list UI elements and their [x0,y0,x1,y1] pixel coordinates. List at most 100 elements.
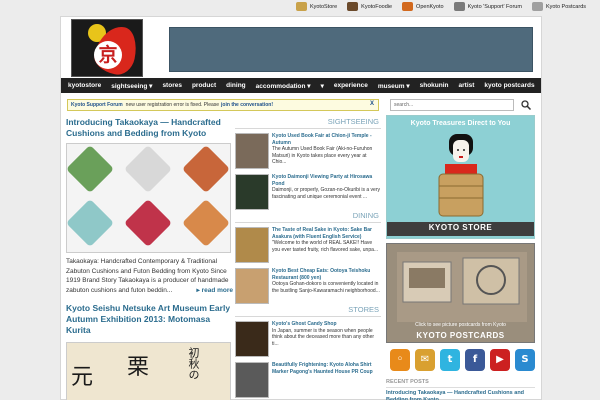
post-image[interactable] [66,143,231,253]
stumbleupon-icon[interactable]: S [515,349,535,371]
item-excerpt: The Autumn Used Book Fair (Aki-no-Furuho… [272,146,373,166]
rss-icon[interactable]: ◦ [390,349,410,371]
page-container: 京 kyotostore sightseeing ▾ stores product di… [60,16,542,400]
item-body: Kyoto Best Cheap Eats: Ootoya Teishoku R… [272,268,381,305]
nav-item-label: kyotostore [68,82,102,89]
item-excerpt: In Japan, summer is the season when peop… [272,327,375,347]
search-icon[interactable] [520,99,532,111]
post-title[interactable]: Introducing Takaokaya — Handcrafted Cush… [66,117,233,139]
item-excerpt: Ootoya Gohan-dokoro is conveniently loca… [272,281,380,294]
top-link-label: KyotoStore [309,3,338,10]
nav-item[interactable]: museum ▾ [373,82,415,90]
main-column: Introducing Takaokaya — Handcrafted Cush… [66,117,233,400]
item-title[interactable]: Kyoto Best Cheap Eats: Ootoya Teishoku R… [272,268,381,281]
list-item: The Taste of Real Sake in Kyoto: Sake Ba… [235,227,381,264]
item-excerpt: "Welcome to the world of REAL SAKE!! Hav… [272,240,379,253]
header-banner[interactable] [169,27,533,72]
cushion-image [123,144,173,194]
section-heading[interactable]: STORES [235,305,381,317]
item-body: Beautifully Frightening: Kyoto Aloha Shi… [272,362,381,399]
cushion-image [123,198,173,248]
nav-item-label: product [191,82,217,89]
post-title[interactable]: Kyoto Seishu Netsuke Art Museum Early Au… [66,303,233,336]
top-link-label: Kyoto Postcards [545,3,586,10]
item-thumbnail[interactable] [235,174,269,210]
gate-icon [402,2,414,11]
nav-item[interactable]: kyoto postcards [479,82,539,89]
basket-icon [295,2,307,11]
join-link[interactable]: join the conversation! [221,102,273,108]
item-thumbnail[interactable] [235,321,269,357]
facebook-icon[interactable]: f [465,349,485,371]
item-title[interactable]: Beautifully Frightening: Kyoto Aloha Shi… [272,362,381,375]
recent-post-link[interactable]: Introducing Takaokaya — Handcrafted Cush… [386,390,535,400]
store-label: KYOTO STORE [428,223,493,232]
nav-item-label: stores [162,82,182,89]
main-nav: kyotostore sightseeing ▾ stores product dini… [61,78,541,93]
twitter-icon[interactable]: t [440,349,460,371]
kyoto-postcards-ad[interactable]: Click to see picture postcards from Kyot… [386,243,535,343]
chevron-down-icon: ▾ [320,82,324,90]
post-image[interactable]: 元 栗 初秋の [66,342,231,400]
cushion-image [181,198,230,248]
sidebar: Kyoto Treasures Direct to You KYOTO STOR… [386,115,535,400]
top-link[interactable]: Kyoto 'Support' Forum [453,2,522,11]
top-link[interactable]: Kyoto Postcards [531,2,586,11]
mail-icon[interactable]: ✉ [415,349,435,371]
item-thumbnail[interactable] [235,362,269,398]
top-link-label: KyotoFoodie [361,3,393,10]
nav-item[interactable]: experience [329,82,373,89]
support-notice: Kyoto Support Forum new user registratio… [67,99,379,111]
nav-item[interactable]: kyotostore [63,82,106,89]
item-title[interactable]: The Taste of Real Sake in Kyoto: Sake Ba… [272,227,381,240]
list-item: Kyoto Used Book Fair at Chion-ji Temple … [235,133,381,170]
top-link[interactable]: KyotoFoodie [347,2,392,11]
read-more-link[interactable]: ▸ read more [196,286,233,296]
item-title[interactable]: Kyoto's Ghost Candy Shop [272,321,381,328]
youtube-icon[interactable]: ▶ [490,349,510,371]
item-title[interactable]: Kyoto Daimonji Viewing Party at Hirosawa… [272,174,381,187]
nav-item[interactable]: ▾ [316,82,329,90]
postcards-caption: Click to see picture postcards from Kyot… [415,322,506,328]
nav-item[interactable]: dining [221,82,251,89]
top-link[interactable]: OpenKyoto [402,2,444,11]
nav-item[interactable]: accommodation ▾ [251,82,316,90]
postcards-label: KYOTO POSTCARDS [416,331,505,340]
recent-posts: Introducing Takaokaya — Handcrafted Cush… [386,390,535,400]
nav-item-label: kyoto postcards [484,82,535,89]
site-logo[interactable]: 京 [71,19,143,77]
postcard-icon [531,2,543,11]
post-excerpt: Takaokaya: Handcrafted Contemporary & Tr… [66,257,233,295]
nav-item[interactable]: sightseeing ▾ [106,82,157,90]
item-thumbnail[interactable] [235,227,269,263]
item-title[interactable]: Kyoto Used Book Fair at Chion-ji Temple … [272,133,381,146]
nav-item[interactable]: shokunin [415,82,454,89]
item-body: Kyoto Used Book Fair at Chion-ji Temple … [272,133,381,170]
nav-item-label: museum [377,82,405,90]
top-link[interactable]: KyotoStore [295,2,338,11]
item-excerpt: Daimonji, or properly, Gozan-no-Okuribi … [272,187,381,200]
nav-item[interactable]: artist [454,82,480,89]
list-item: Kyoto's Ghost Candy Shop In Japan, summer… [235,321,381,358]
read-more-label: read more [201,286,233,294]
close-notice-button[interactable]: X [370,101,374,107]
chevron-down-icon: ▾ [305,82,311,90]
cushion-image [67,198,115,248]
postcards-illustration [397,252,527,322]
ad-title: Kyoto Treasures Direct to You [410,120,511,127]
top-links: KyotoStore KyotoFoodie OpenKyoto Kyoto 'Sup… [295,2,586,11]
nav-item-label: sightseeing [111,82,148,90]
list-item: Beautifully Frightening: Kyoto Aloha Shi… [235,362,381,399]
item-thumbnail[interactable] [235,268,269,304]
item-body: Kyoto's Ghost Candy Shop In Japan, summer… [272,321,381,358]
category-column: SIGHTSEEING Kyoto Used Book Fair at Chion… [235,117,381,399]
forum-link[interactable]: Kyoto Support Forum [71,102,123,108]
item-thumbnail[interactable] [235,133,269,169]
nav-item-label: artist [458,82,475,89]
nav-item[interactable]: product [187,82,221,89]
nav-item[interactable]: stores [157,82,187,89]
search-input[interactable]: search... [390,99,514,111]
kyoto-store-ad[interactable]: Kyoto Treasures Direct to You KYOTO STOR… [386,115,535,239]
section-heading[interactable]: DINING [235,211,381,223]
section-heading[interactable]: SIGHTSEEING [235,117,381,129]
